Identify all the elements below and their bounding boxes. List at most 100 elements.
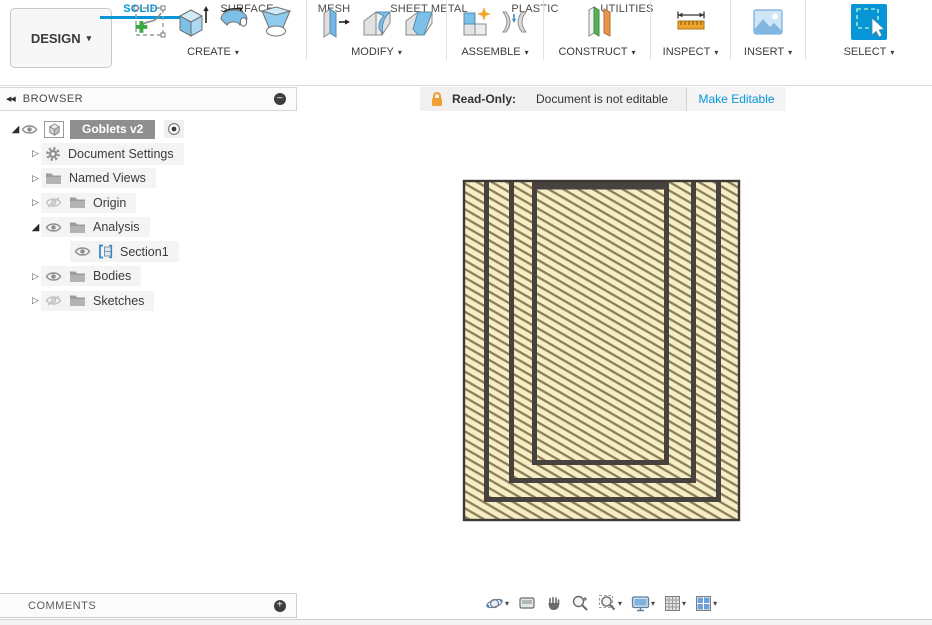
activate-component-radio[interactable]	[164, 120, 184, 138]
tree-row-root-component[interactable]: ◢ Goblets v2	[0, 117, 297, 142]
tree-row-analysis[interactable]: ◢ Analysis	[0, 215, 297, 240]
browser-title: BROWSER	[23, 93, 274, 105]
expand-arrow-icon[interactable]: ▷	[30, 173, 41, 184]
display-settings-button[interactable]: ▾	[628, 594, 658, 613]
fusion-window: DESIGN ▾ SOLID SURFACE MESH SHEET METAL …	[0, 0, 932, 625]
viewports-icon	[695, 595, 712, 612]
folder-icon	[69, 221, 86, 234]
pan-button[interactable]	[542, 594, 565, 613]
root-component-label[interactable]: Goblets v2	[70, 120, 155, 139]
revolve-icon[interactable]	[215, 3, 253, 41]
group-create: CREATE ▾	[120, 0, 307, 60]
group-modify: MODIFY ▾	[307, 0, 447, 60]
comments-title: COMMENTS	[0, 600, 274, 612]
zoom-fit-button[interactable]: ▾	[595, 593, 625, 613]
viewports-button[interactable]: ▾	[692, 594, 720, 613]
gear-icon	[45, 146, 61, 162]
insert-image-icon[interactable]	[750, 4, 786, 40]
create-sketch-icon[interactable]	[131, 3, 169, 41]
tree-row-sketches[interactable]: ▷ Sketches	[0, 289, 297, 314]
tree-item-label: Analysis	[93, 220, 140, 234]
zoom-button[interactable]	[568, 593, 592, 613]
assemble-menu[interactable]: ASSEMBLE ▾	[461, 46, 528, 58]
visibility-eye-icon[interactable]	[45, 221, 62, 234]
tree-item-label: Sketches	[93, 294, 144, 308]
expand-arrow-icon[interactable]: ▷	[30, 197, 41, 208]
expand-arrow-icon[interactable]: ◢	[10, 124, 21, 135]
tree-row-named-views[interactable]: ▷ Named Views	[0, 166, 297, 191]
chevron-down-icon: ▾	[682, 599, 686, 608]
modify-menu[interactable]: MODIFY ▾	[351, 46, 402, 58]
group-inspect: INSPECT ▾	[651, 0, 731, 60]
group-assemble: ASSEMBLE ▾	[447, 0, 544, 60]
display-settings-icon	[631, 595, 650, 612]
visibility-eye-icon[interactable]	[21, 123, 38, 136]
chevron-down-icon: ▾	[398, 48, 402, 57]
chevron-down-icon: ▾	[618, 599, 622, 608]
read-only-banner: Read-Only: Document is not editable Make…	[420, 87, 786, 111]
fillet-icon[interactable]	[358, 3, 396, 41]
chamfer-icon[interactable]	[400, 3, 438, 41]
group-insert: INSERT ▾	[731, 0, 806, 60]
make-editable-button[interactable]: Make Editable	[687, 87, 786, 111]
model-section-view[interactable]	[455, 168, 750, 530]
look-at-button[interactable]	[515, 594, 539, 612]
expand-arrow-icon[interactable]: ▷	[30, 148, 41, 159]
tree-item-label: Named Views	[69, 171, 146, 185]
create-menu[interactable]: CREATE ▾	[187, 46, 239, 58]
press-pull-icon[interactable]	[316, 3, 354, 41]
browser-panel: ◀◀ BROWSER – ◢	[0, 87, 297, 313]
measure-icon[interactable]	[673, 4, 709, 40]
orbit-button[interactable]: ▾	[482, 593, 512, 614]
tree-row-bodies[interactable]: ▷ Bodies	[0, 264, 297, 289]
look-at-icon	[518, 595, 536, 611]
tree-row-document-settings[interactable]: ▷ Document Settings	[0, 142, 297, 167]
chevron-down-icon: ▾	[651, 599, 655, 608]
new-component-icon[interactable]	[458, 4, 494, 40]
visibility-eye-icon[interactable]	[74, 245, 91, 258]
grid-icon	[664, 595, 681, 612]
timeline-strip	[0, 619, 932, 625]
chevron-down-icon: ▾	[890, 48, 894, 57]
expand-arrow-icon[interactable]: ▷	[30, 295, 41, 306]
chevron-down-icon: ▾	[714, 48, 718, 57]
chevron-down-icon: ▾	[87, 33, 92, 44]
construct-menu[interactable]: CONSTRUCT ▾	[558, 46, 635, 58]
grid-snaps-button[interactable]: ▾	[661, 594, 689, 613]
extrude-icon[interactable]	[173, 3, 211, 41]
minimize-panel-icon[interactable]: –	[274, 93, 286, 105]
tree-row-origin[interactable]: ▷ Origin	[0, 191, 297, 216]
construction-plane-icon[interactable]	[578, 3, 616, 41]
chevron-down-icon: ▾	[235, 48, 239, 57]
visibility-eye-off-icon[interactable]	[45, 196, 62, 209]
browser-tree: ◢ Goblets v2	[0, 111, 297, 313]
folder-icon	[69, 196, 86, 209]
inspect-menu[interactable]: INSPECT ▾	[663, 46, 719, 58]
comments-bar[interactable]: COMMENTS +	[0, 593, 297, 618]
collapse-panel-icon[interactable]: ◀◀	[6, 95, 15, 103]
expand-arrow-icon[interactable]: ◢	[30, 222, 41, 233]
zoom-window-icon	[598, 594, 617, 612]
tree-item-label: Document Settings	[68, 147, 174, 161]
joint-icon[interactable]	[498, 4, 532, 40]
folder-icon	[45, 172, 62, 185]
zoom-icon	[571, 594, 589, 612]
group-select: SELECT ▾	[806, 0, 932, 60]
visibility-eye-off-icon[interactable]	[45, 294, 62, 307]
design-menu-label: DESIGN	[31, 31, 81, 46]
insert-menu[interactable]: INSERT ▾	[744, 46, 792, 58]
expand-arrow-icon[interactable]: ▷	[30, 271, 41, 282]
select-icon[interactable]	[850, 3, 888, 41]
tree-item-label: Bodies	[93, 269, 131, 283]
tree-row-section1[interactable]: Section1	[0, 240, 297, 265]
group-construct: CONSTRUCT ▾	[544, 0, 651, 60]
visibility-eye-icon[interactable]	[45, 270, 62, 283]
select-menu[interactable]: SELECT ▾	[844, 46, 895, 58]
chevron-down-icon: ▾	[505, 599, 509, 608]
read-only-message: Document is not editable	[536, 92, 668, 106]
chevron-down-icon: ▾	[788, 48, 792, 57]
pan-hand-icon	[545, 595, 562, 612]
view-navigation-toolbar: ▾	[482, 591, 720, 615]
add-comment-icon[interactable]: +	[274, 600, 286, 612]
loft-icon[interactable]	[257, 3, 295, 41]
